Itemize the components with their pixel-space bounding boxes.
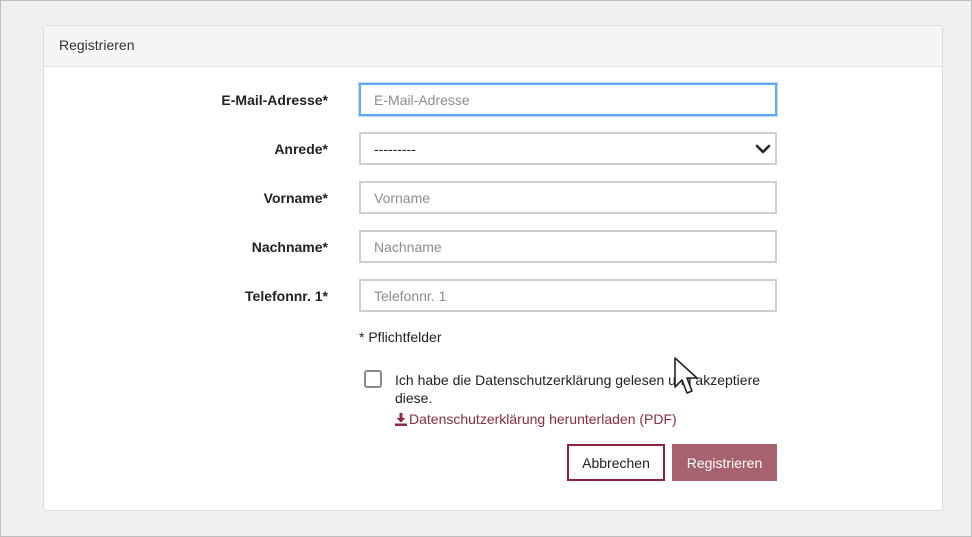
download-icon <box>395 412 407 426</box>
chevron-down-icon <box>755 144 771 153</box>
phone-row: Telefonnr. 1* <box>44 279 942 313</box>
salutation-selected-value: --------- <box>374 140 416 157</box>
firstname-label: Vorname* <box>263 190 328 206</box>
salutation-select[interactable]: --------- <box>359 132 777 165</box>
required-fields-hint: * Pflichtfelder <box>359 329 442 345</box>
firstname-input[interactable] <box>359 181 777 214</box>
email-input[interactable] <box>359 83 777 116</box>
email-row: E-Mail-Adresse* <box>44 83 942 117</box>
lastname-row: Nachname* <box>44 230 942 264</box>
phone-label: Telefonnr. 1* <box>245 288 328 304</box>
firstname-row: Vorname* <box>44 181 942 215</box>
phone-input[interactable] <box>359 279 777 312</box>
panel-title: Registrieren <box>44 26 942 67</box>
register-button[interactable]: Registrieren <box>672 444 777 481</box>
privacy-policy-download-link[interactable]: Datenschutzerklärung herunterladen (PDF) <box>395 411 677 427</box>
salutation-row: Anrede* --------- <box>44 132 942 166</box>
privacy-consent-text: Ich habe die Datenschutzerklärung gelese… <box>395 372 761 406</box>
lastname-input[interactable] <box>359 230 777 263</box>
privacy-policy-download-label: Datenschutzerklärung herunterladen (PDF) <box>409 411 677 427</box>
lastname-label: Nachname* <box>251 239 328 255</box>
salutation-label: Anrede* <box>274 141 328 157</box>
cancel-button[interactable]: Abbrechen <box>567 444 665 481</box>
privacy-consent-checkbox[interactable] <box>364 370 382 388</box>
email-label: E-Mail-Adresse* <box>221 92 328 108</box>
registration-panel: Registrieren E-Mail-Adresse* Anrede* ---… <box>43 25 943 511</box>
